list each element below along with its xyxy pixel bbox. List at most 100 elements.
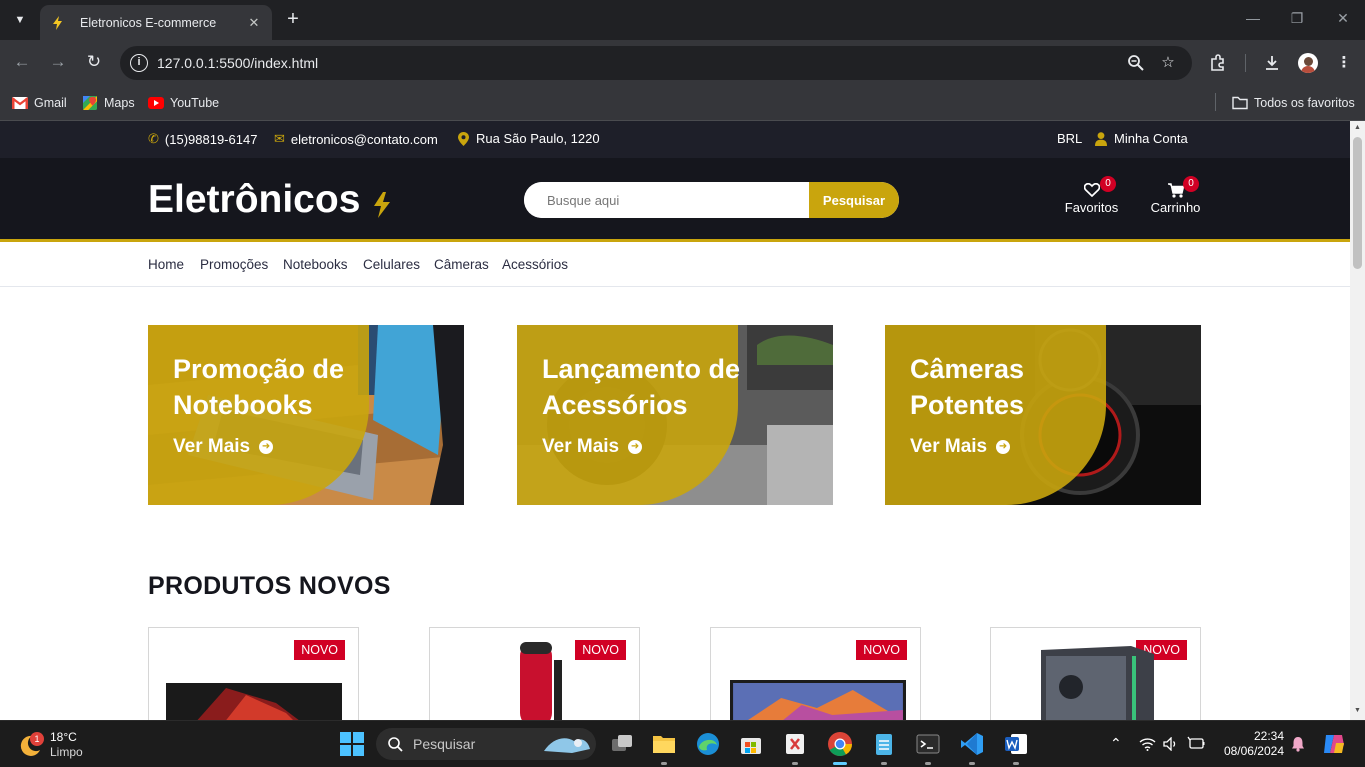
tab-search-menu-button[interactable]: ▼ [8,8,32,32]
product-card[interactable]: NOVO [429,627,640,720]
vscode-icon[interactable] [959,731,985,765]
arrow-circle-icon: ➜ [996,440,1011,454]
edge-icon[interactable] [695,731,721,757]
favorites-button[interactable]: Favoritos 0 [1064,176,1119,215]
menu-kebab-icon[interactable]: ⋮ [1334,53,1354,73]
download-icon[interactable] [1262,53,1282,73]
map-marker-icon [458,131,469,146]
windows-start-icon[interactable] [339,731,365,757]
site-info-icon[interactable]: i [130,54,148,72]
nav-celulares[interactable]: Celulares [363,257,420,272]
scroll-down-icon[interactable]: ▼ [1353,707,1362,714]
site-logo[interactable]: Eletrônicos [148,178,390,222]
site-header: Eletrônicos Pesquisar Favoritos 0 Carrin… [0,158,1350,242]
forward-icon[interactable]: → [48,52,68,72]
microsoft-store-icon[interactable] [738,731,764,757]
phone-info[interactable]: ✆ (15)98819-6147 [148,131,257,147]
volume-icon[interactable] [1163,737,1179,751]
cart-count-badge: 0 [1183,176,1199,192]
running-indicator [833,762,847,765]
terminal-icon[interactable] [915,731,941,765]
task-view-icon[interactable] [609,731,635,757]
tv-product-image [730,680,906,720]
snipping-tool-icon[interactable] [782,731,808,765]
taskbar-search-box[interactable]: Pesquisar [376,728,596,760]
bookmark-star-icon[interactable]: ☆ [1159,54,1177,72]
url-text[interactable]: 127.0.0.1:5500/index.html [157,55,318,71]
cart-icon [1167,183,1184,198]
file-explorer-icon[interactable] [651,731,677,765]
weather-widget[interactable]: 1 18°C Limpo [18,728,88,762]
running-indicator [925,762,931,765]
new-badge: NOVO [294,640,345,660]
running-indicator [792,762,798,765]
reload-icon[interactable]: ↻ [84,52,104,72]
new-tab-button[interactable]: + [282,8,304,30]
banner-acessorios[interactable]: Lançamento de Acessórios Ver Mais ➜ [517,325,833,505]
product-card[interactable]: NOVO [990,627,1201,720]
ver-mais-link[interactable]: Ver Mais ➜ [542,436,643,458]
profile-avatar[interactable] [1298,53,1318,73]
cart-button[interactable]: Carrinho 0 [1149,176,1202,215]
section-title: PRODUTOS NOVOS [148,572,391,600]
minimize-window-icon[interactable]: — [1243,10,1263,30]
running-indicator [661,762,667,765]
bookmark-youtube[interactable]: YouTube [148,93,219,113]
product-card[interactable]: NOVO [710,627,921,720]
back-icon[interactable]: ← [12,52,32,72]
product-card[interactable]: NOVO [148,627,359,720]
bookmarks-bar: Gmail Maps YouTube Todos os favoritos [0,85,1365,121]
chrome-icon[interactable] [827,731,853,765]
ver-mais-link[interactable]: Ver Mais ➜ [173,436,274,458]
battery-icon[interactable] [1187,736,1205,750]
nav-notebooks[interactable]: Notebooks [283,257,348,272]
nav-acessorios[interactable]: Acessórios [502,257,568,272]
bookmark-gmail[interactable]: Gmail [12,93,67,113]
wifi-icon[interactable] [1139,737,1156,751]
search-button[interactable]: Pesquisar [809,182,899,218]
clock-time: 22:34 [1253,729,1284,743]
running-indicator [969,762,975,765]
account-link[interactable]: Minha Conta [1095,131,1188,146]
email-info[interactable]: ✉ eletronicos@contato.com [274,131,438,147]
page-scrollbar[interactable]: ▲ ▼ [1350,121,1365,720]
weather-desc: Limpo [50,745,83,759]
close-tab-icon[interactable]: ✕ [246,15,262,31]
gmail-icon [12,97,28,109]
browser-tab-bar: ▼ Eletronicos E-commerce ✕ + — ❐ ✕ [0,0,1365,40]
scrollbar-thumb[interactable] [1353,137,1362,269]
address-info[interactable]: Rua São Paulo, 1220 [458,131,600,146]
nav-home[interactable]: Home [148,257,184,272]
all-bookmarks-folder[interactable]: Todos os favoritos [1232,93,1355,113]
search-input[interactable] [524,182,809,218]
extensions-icon[interactable] [1208,53,1228,73]
restore-window-icon[interactable]: ❐ [1287,10,1307,30]
address-bar[interactable]: i 127.0.0.1:5500/index.html ☆ [120,46,1192,80]
browser-tab[interactable]: Eletronicos E-commerce ✕ [40,5,272,40]
bookmark-maps[interactable]: Maps [82,93,135,113]
system-clock[interactable]: 22:34 08/06/2024 [1214,729,1284,759]
favorites-label: Favoritos [1064,200,1119,215]
scroll-up-icon[interactable]: ▲ [1353,124,1362,131]
notification-bell-icon[interactable] [1291,736,1305,752]
ver-mais-link[interactable]: Ver Mais ➜ [910,436,1011,458]
heart-icon [1083,183,1100,197]
currency-text: BRL [1057,131,1083,146]
banner-cameras[interactable]: Câmeras Potentes Ver Mais ➜ [885,325,1201,505]
lightning-favicon-icon [53,15,62,30]
tray-overflow-chevron-icon[interactable]: ⌃ [1110,735,1122,752]
copilot-icon[interactable] [1322,733,1346,755]
word-icon[interactable] [1003,731,1029,765]
search-highlight-icon [544,738,590,753]
nav-cameras[interactable]: Câmeras [434,257,489,272]
currency-selector[interactable]: BRL [1057,131,1082,146]
ver-mais-label: Ver Mais [173,436,251,457]
microphone-product-image [520,642,562,720]
zoom-icon[interactable] [1127,54,1145,72]
nav-promocoes[interactable]: Promoções [200,257,268,272]
close-window-icon[interactable]: ✕ [1333,10,1353,30]
notepad-icon[interactable] [871,731,897,765]
banner-notebooks[interactable]: Promoção de Notebooks Ver Mais ➜ [148,325,464,505]
new-badge: NOVO [575,640,626,660]
email-text: eletronicos@contato.com [290,131,438,147]
